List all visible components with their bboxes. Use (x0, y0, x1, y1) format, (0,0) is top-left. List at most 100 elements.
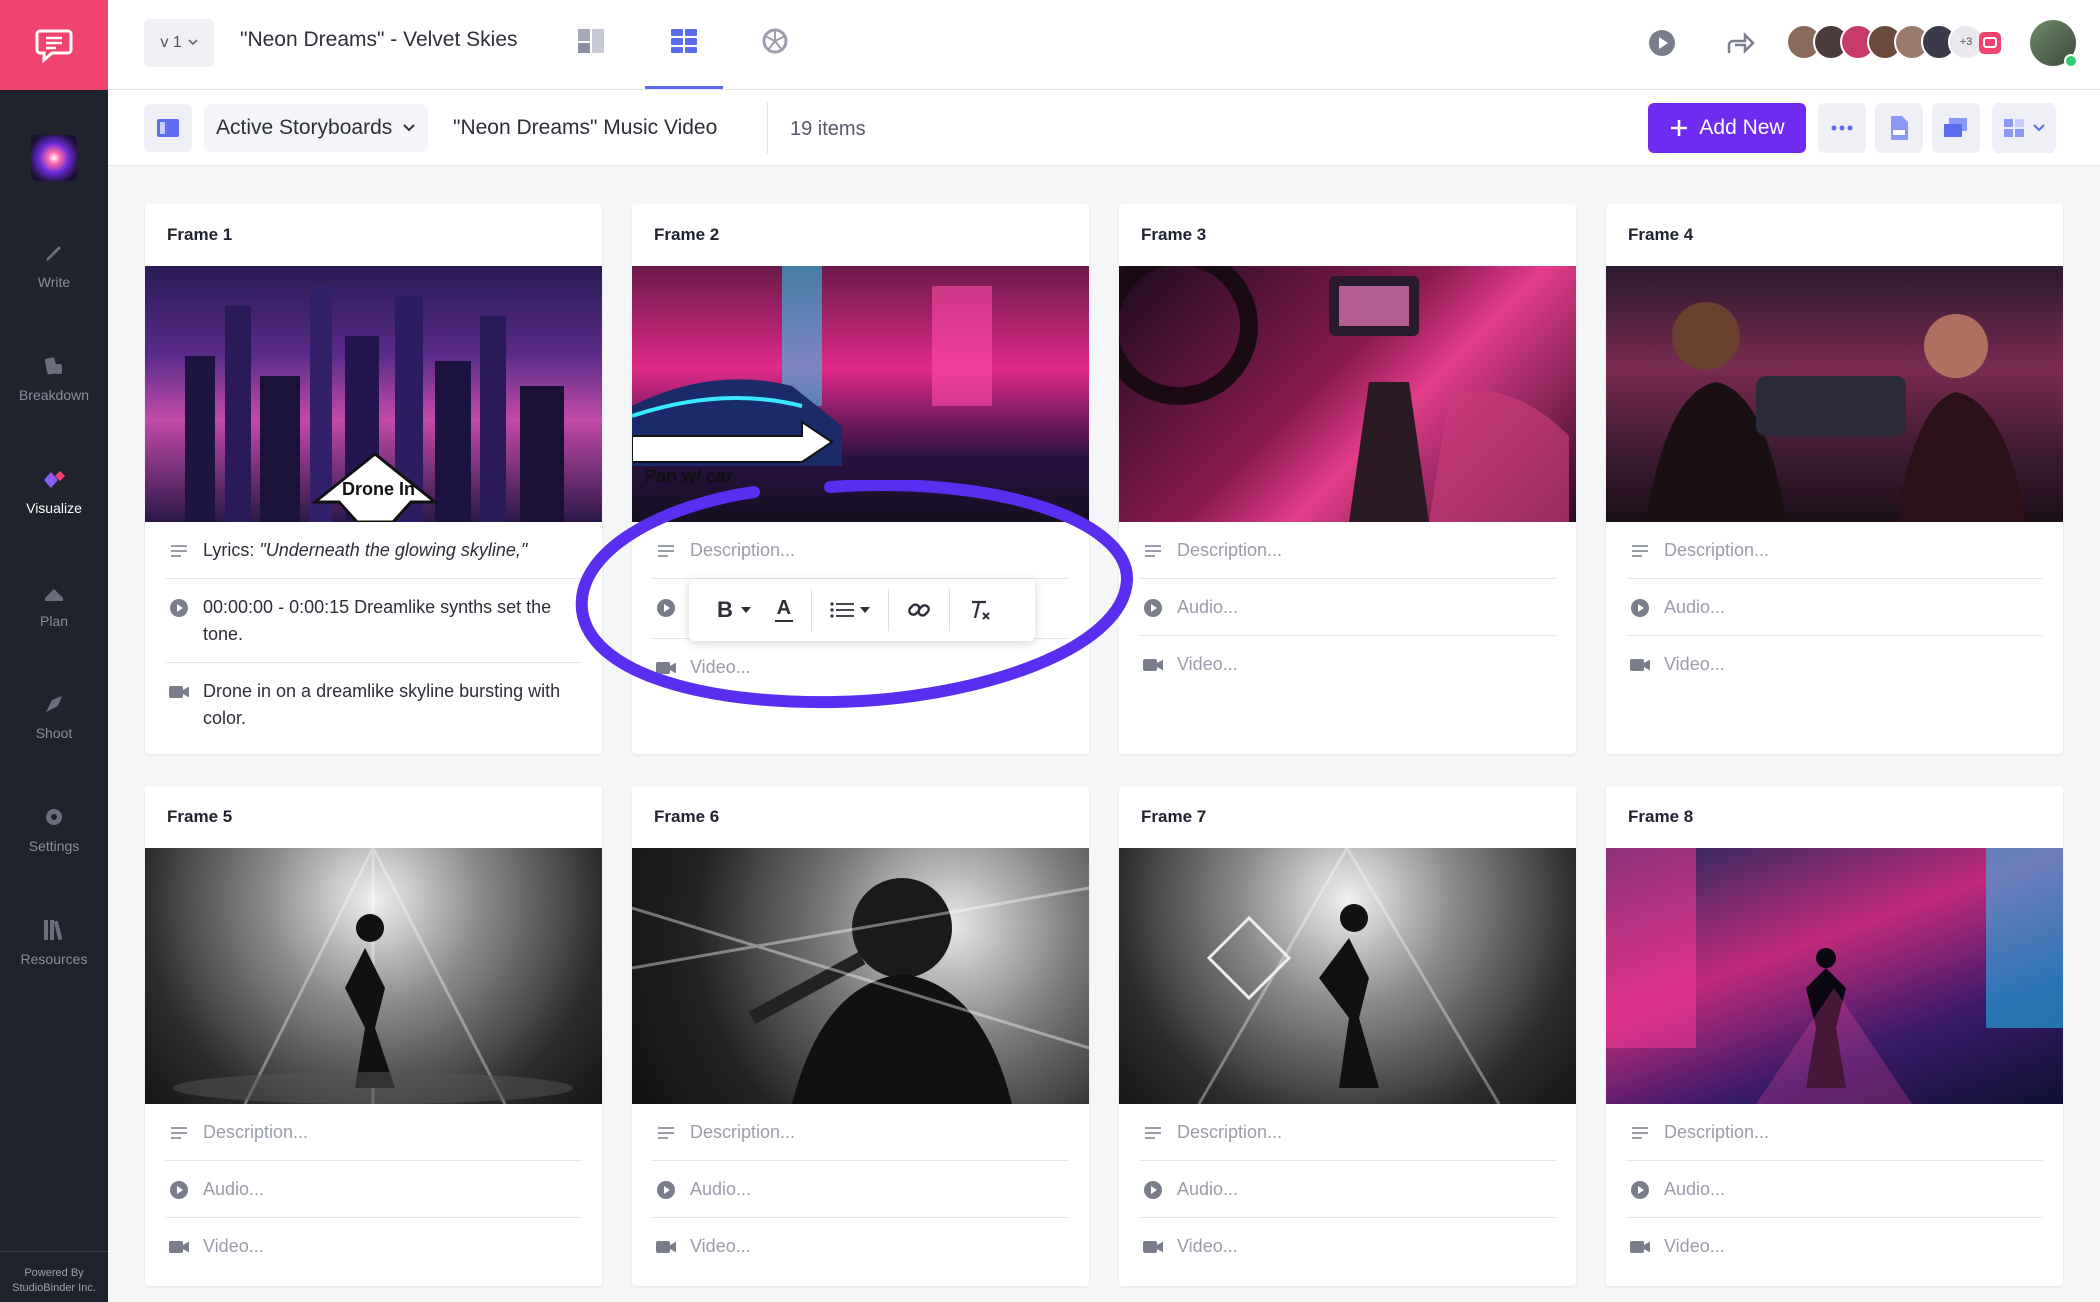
present-button[interactable] (1932, 103, 1980, 153)
font-color-button[interactable]: A (763, 590, 805, 630)
frame-image[interactable] (1119, 266, 1576, 522)
grid-view-icon[interactable] (667, 24, 701, 58)
sidebar-item-plan[interactable]: Plan (0, 559, 108, 649)
description-field[interactable]: Description... (1626, 522, 2043, 579)
audio-field[interactable]: Audio... (1626, 1161, 2043, 1218)
video-field[interactable]: Video... (1139, 636, 1556, 692)
frame-card[interactable]: Frame 1 Drone In Lyrics: "Underneath the… (145, 204, 602, 754)
sidebar-item-settings[interactable]: Settings (0, 784, 108, 874)
pdf-icon (1891, 116, 1908, 140)
share-icon[interactable] (1724, 27, 1756, 59)
list-button[interactable] (818, 590, 882, 630)
audio-placeholder: Audio... (1664, 597, 1726, 617)
description-field[interactable]: Description... (1626, 1104, 2043, 1161)
link-button[interactable] (895, 590, 943, 630)
audio-field[interactable]: 00:00:00 - 0:00:15 Dreamlike synths set … (165, 579, 582, 663)
sidebar-item-resources[interactable]: Resources (0, 897, 108, 987)
description-field[interactable]: Description... (652, 1104, 1069, 1161)
audio-text: 00:00:00 - 0:00:15 Dreamlike synths set … (203, 597, 552, 644)
description-field[interactable]: Description... (1139, 522, 1556, 579)
active-view-indicator (645, 86, 723, 89)
chat-logo-icon (35, 29, 73, 64)
frame-image[interactable] (1606, 266, 2063, 522)
video-camera-icon (169, 1237, 189, 1257)
frame-image[interactable] (145, 848, 602, 1104)
audio-field[interactable]: Audio... (1139, 1161, 1556, 1218)
description-field[interactable]: Lyrics: "Underneath the glowing skyline,… (165, 522, 582, 579)
audio-placeholder: Audio... (1177, 597, 1239, 617)
add-new-button[interactable]: Add New (1648, 103, 1806, 153)
sidebar-item-write[interactable]: Write (0, 220, 108, 310)
project-thumbnail[interactable] (31, 135, 77, 181)
description-icon (169, 1123, 189, 1143)
frame-card[interactable]: Frame 2 Pan w/ car Description... Video.… (632, 204, 1089, 754)
video-placeholder: Video... (1177, 1236, 1238, 1256)
audio-play-icon (656, 1180, 676, 1200)
frame-image[interactable]: Pan w/ car (632, 266, 1089, 522)
sidebar-item-shoot[interactable]: Shoot (0, 671, 108, 761)
audio-field[interactable]: Audio... (1139, 579, 1556, 636)
more-options-button[interactable] (1818, 103, 1866, 153)
chat-icon[interactable] (1974, 27, 2006, 59)
frame-card[interactable]: Frame 4 Description... Audio... Video... (1606, 204, 2063, 754)
bold-button[interactable]: B (705, 590, 763, 630)
frame-image[interactable] (632, 848, 1089, 1104)
app-logo[interactable] (0, 0, 108, 90)
audio-field[interactable]: Audio... (1626, 579, 2043, 636)
version-selector[interactable]: v 1 (144, 19, 214, 67)
text-format-toolbar: B A (689, 579, 1035, 641)
video-field[interactable]: Video... (652, 639, 1069, 695)
video-field[interactable]: Video... (165, 1218, 582, 1274)
storyboard-filter-dropdown[interactable]: Active Storyboards (204, 104, 429, 152)
description-placeholder: Description... (1177, 540, 1283, 560)
sidebar-item-visualize[interactable]: Visualize (0, 446, 108, 536)
video-field[interactable]: Video... (1626, 636, 2043, 692)
library-icon (41, 917, 67, 943)
frame-image[interactable] (1119, 848, 1576, 1104)
description-icon (656, 1123, 676, 1143)
sidebar-item-label: Breakdown (18, 387, 90, 403)
audio-field[interactable]: Audio... (165, 1161, 582, 1218)
frame-card[interactable]: Frame 6 Description... Audio... Video... (632, 786, 1089, 1286)
video-camera-icon (1630, 1237, 1650, 1257)
caret-down-icon (859, 607, 870, 613)
audio-field[interactable]: Audio... (652, 1161, 1069, 1218)
description-field[interactable]: Description... (652, 522, 1069, 579)
video-field[interactable]: Video... (1139, 1218, 1556, 1274)
frame-card[interactable]: Frame 7 Description... Audio... Video... (1119, 786, 1576, 1286)
audio-play-icon (1143, 1180, 1163, 1200)
visualize-icon (41, 466, 67, 492)
frame-card[interactable]: Frame 3 Description... Audio... Video... (1119, 204, 1576, 754)
sidebar-item-label: Shoot (35, 725, 73, 741)
sidebar-item-breakdown[interactable]: Breakdown (0, 333, 108, 423)
couple-in-car-illustration (1646, 302, 2026, 522)
video-field[interactable]: Video... (1626, 1218, 2043, 1274)
video-camera-icon (1143, 655, 1163, 675)
dropdown-label: Active Storyboards (216, 116, 393, 139)
panel-toggle-button[interactable] (144, 104, 192, 152)
play-icon[interactable] (1646, 27, 1678, 59)
description-field[interactable]: Description... (165, 1104, 582, 1161)
description-field[interactable]: Description... (1139, 1104, 1556, 1161)
collaborators[interactable]: +3 (1786, 24, 1984, 60)
description-placeholder: Description... (1177, 1122, 1283, 1142)
singer-stage-illustration (173, 848, 573, 1104)
storyboard-view-icon[interactable] (574, 24, 608, 58)
audio-play-icon (169, 1180, 189, 1200)
layout-options-button[interactable] (1992, 103, 2056, 153)
clear-format-button[interactable] (956, 590, 1004, 630)
sidebar-item-label: Plan (39, 613, 69, 629)
frame-title: Frame 6 (654, 807, 720, 826)
frame-card[interactable]: Frame 8 Description... Audio... Video... (1606, 786, 2063, 1286)
frame-title: Frame 7 (1141, 807, 1207, 826)
video-field[interactable]: Drone in on a dreamlike skyline bursting… (165, 663, 582, 746)
frame-image[interactable]: Drone In (145, 266, 602, 522)
shot-list-view-icon[interactable] (758, 24, 792, 58)
frame-title: Frame 8 (1628, 807, 1694, 826)
frame-card[interactable]: Frame 5 Description... Audio... Video... (145, 786, 602, 1286)
singer-stage-illustration (1197, 848, 1501, 1104)
audio-play-icon (656, 598, 676, 618)
export-pdf-button[interactable] (1875, 103, 1923, 153)
video-field[interactable]: Video... (652, 1218, 1069, 1274)
frame-image[interactable] (1606, 848, 2063, 1104)
